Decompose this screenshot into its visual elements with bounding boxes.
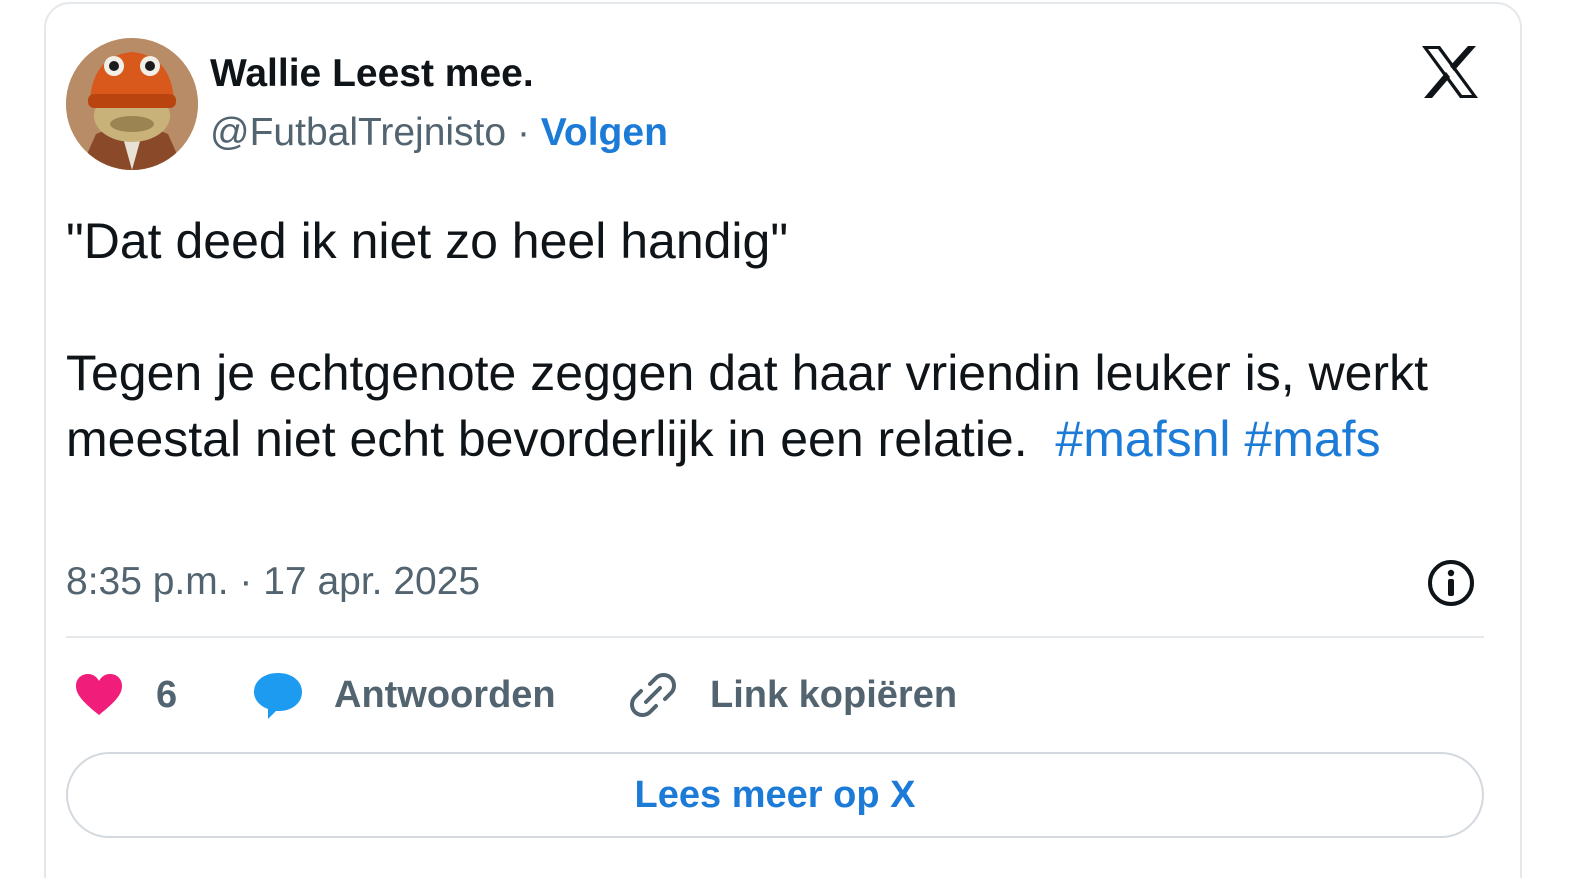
handle-separator: · — [517, 111, 541, 154]
link-icon — [630, 673, 676, 717]
tweet-blank-line — [66, 274, 1486, 340]
speech-bubble-icon — [254, 673, 302, 719]
author-avatar[interactable] — [66, 38, 198, 170]
tweet-main-paragraph: Tegen je echtgenote zeggen dat haar vrie… — [66, 340, 1486, 472]
read-more-label: Lees meer op X — [634, 773, 916, 816]
divider — [66, 636, 1484, 638]
author-display-name[interactable]: Wallie Leest mee. — [210, 52, 534, 96]
tweet-timestamp[interactable]: 8:35 p.m. · 17 apr. 2025 — [66, 560, 480, 604]
hashtag-link[interactable]: #mafsnl — [1055, 411, 1230, 467]
reply-label: Antwoorden — [334, 673, 556, 716]
reply-button[interactable]: Antwoorden — [252, 664, 556, 726]
x-logo-icon[interactable] — [1420, 44, 1480, 100]
heart-icon — [76, 674, 122, 715]
hashtag-link[interactable]: #mafs — [1244, 411, 1380, 467]
tweet-quote-line: "Dat deed ik niet zo heel handig" — [66, 213, 789, 269]
tweet-body: "Dat deed ik niet zo heel handig" Tegen … — [66, 208, 1486, 472]
copy-link-button[interactable]: Link kopiëren — [628, 664, 957, 726]
author-handle-row: @FutbalTrejnisto · Volgen — [210, 111, 668, 155]
copy-link-label: Link kopiëren — [710, 673, 958, 716]
like-count: 6 — [156, 673, 178, 716]
author-handle[interactable]: @FutbalTrejnisto — [210, 111, 506, 154]
tweet-actions: 6 Antwoorden Link kopiëren — [66, 664, 1484, 726]
info-icon[interactable] — [1426, 558, 1476, 608]
avatar-image — [66, 38, 198, 170]
separator-dot: · — [516, 111, 530, 154]
read-more-button[interactable]: Lees meer op X — [66, 752, 1484, 838]
like-button[interactable]: 6 — [74, 664, 177, 726]
follow-button[interactable]: Volgen — [541, 111, 668, 154]
